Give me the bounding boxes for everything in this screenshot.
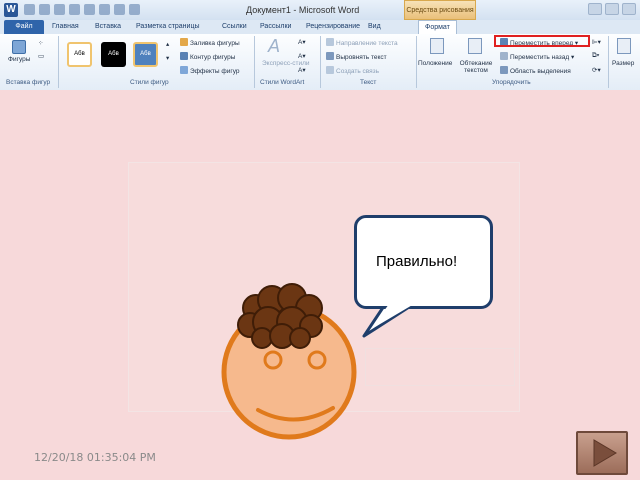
timestamp: 12/20/18 01:35:04 PM (34, 451, 156, 464)
next-slide-button[interactable] (576, 431, 628, 475)
play-arrow-icon (593, 439, 617, 467)
smiley-face-illustration (221, 283, 357, 440)
